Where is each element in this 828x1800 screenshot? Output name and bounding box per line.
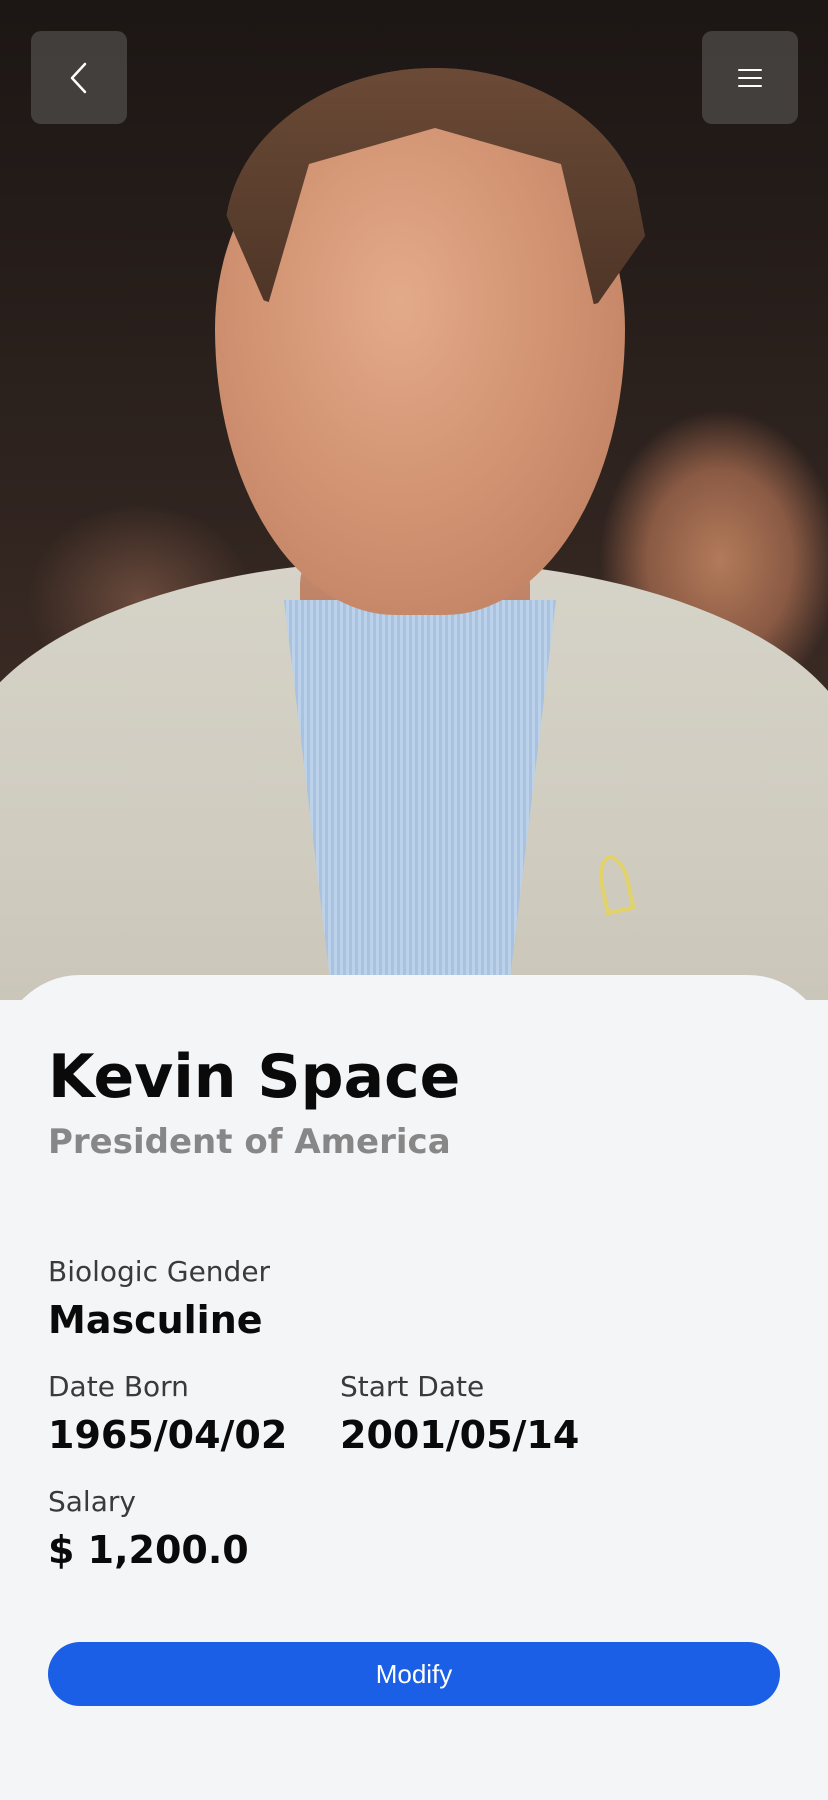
profile-screen: Kevin Space President of America Biologi…: [0, 0, 828, 1800]
hamburger-menu-icon: [738, 68, 762, 87]
date-born-value: 1965/04/02: [48, 1413, 288, 1457]
profile-name: Kevin Space: [48, 1042, 461, 1112]
chevron-left-icon: [70, 62, 87, 93]
menu-button[interactable]: [702, 31, 798, 124]
salary-label: Salary: [48, 1485, 136, 1518]
gender-value: Masculine: [48, 1298, 263, 1342]
profile-photo: [0, 0, 828, 1000]
back-button[interactable]: [31, 31, 127, 124]
date-born-label: Date Born: [48, 1370, 189, 1403]
start-date-label: Start Date: [340, 1370, 485, 1403]
salary-value: $ 1,200.0: [48, 1528, 249, 1572]
profile-title: President of America: [48, 1122, 451, 1162]
gender-label: Biologic Gender: [48, 1255, 271, 1288]
start-date-value: 2001/05/14: [340, 1413, 580, 1457]
modify-button[interactable]: Modify: [48, 1642, 780, 1706]
